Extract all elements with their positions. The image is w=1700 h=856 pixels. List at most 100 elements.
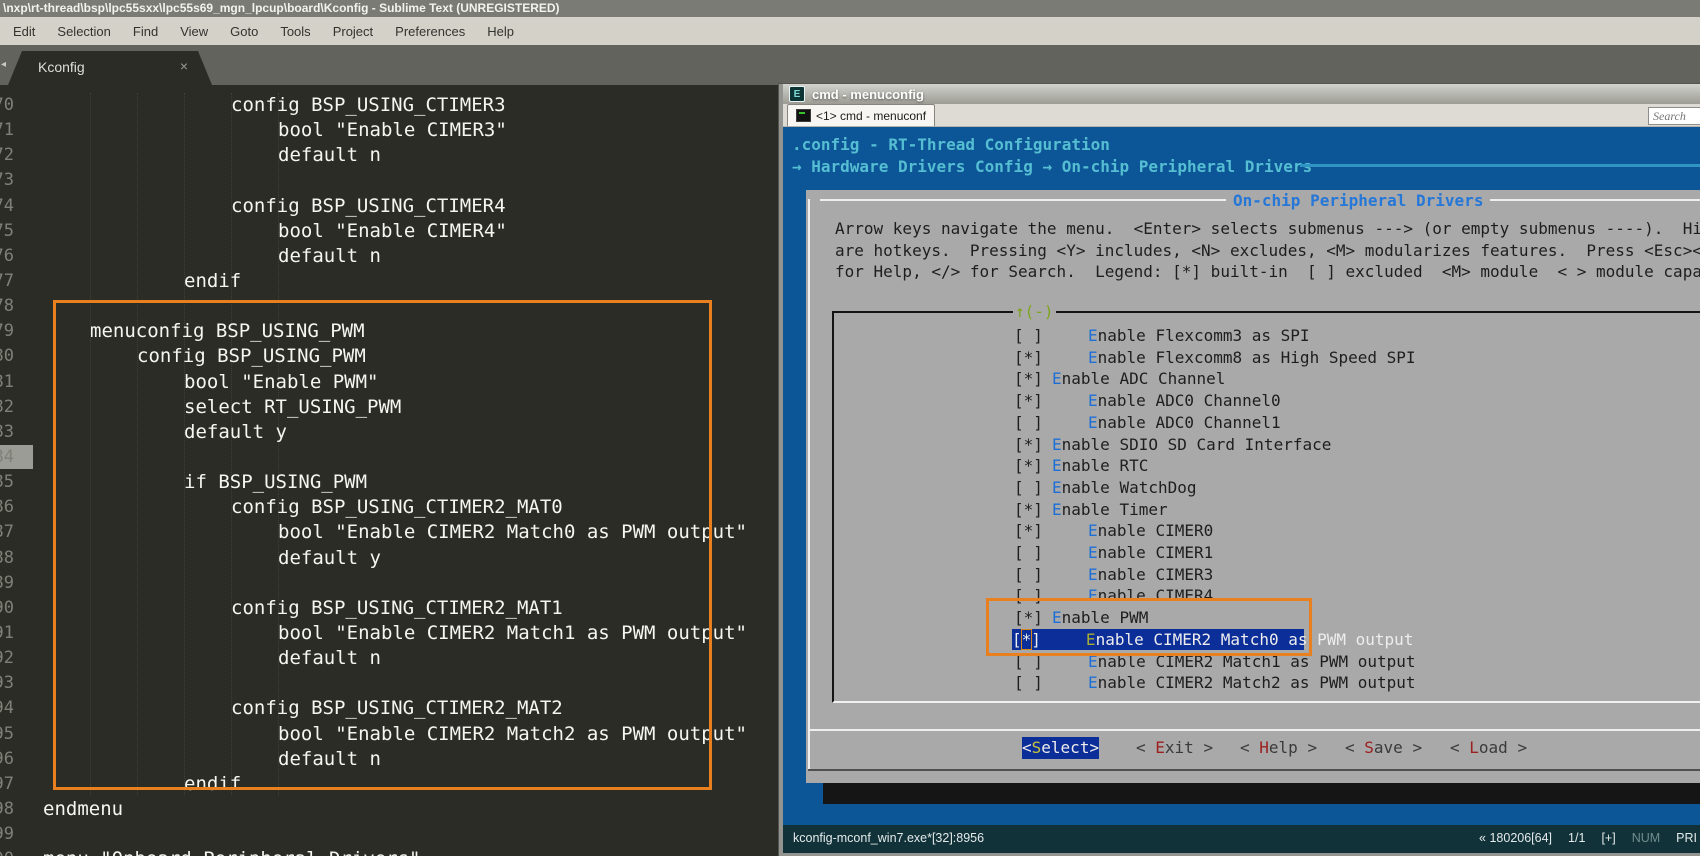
checkbox[interactable]: [*]: [1014, 347, 1043, 369]
cmd-title-bar: E cmd - menuconfig: [783, 84, 1700, 104]
menubar-item-tools[interactable]: Tools: [269, 17, 321, 45]
line-number: 95: [0, 722, 14, 747]
hotkey-letter: S: [1032, 738, 1042, 757]
checkbox[interactable]: [ ]: [1014, 564, 1043, 586]
cmd-status-bar: kconfig-mconf_win7.exe*[32]:8956 « 18020…: [783, 825, 1700, 853]
code-text: menu "Onboard Peripheral Drivers": [43, 847, 421, 856]
line-number: 98: [0, 797, 14, 822]
hotkey-letter: E: [1088, 543, 1098, 562]
code-text: config BSP_USING_CTIMER3: [231, 93, 506, 118]
cmd-window-title: cmd - menuconfig: [812, 87, 924, 102]
menuconfig-header: .config - RT-Thread Configuration: [792, 134, 1110, 156]
menu-item[interactable]: [*] Enable Timer: [1014, 499, 1168, 521]
menuconfig-breadcrumb: → Hardware Drivers Config → On-chip Peri…: [792, 156, 1322, 178]
tab-close-icon[interactable]: ×: [180, 58, 188, 74]
screen: \nxp\rt-thread\bsp\lpc55sxx\lpc55s69_mgn…: [0, 0, 1700, 856]
menu-item[interactable]: [ ]Enable ADC0 Channel1: [1014, 412, 1281, 434]
menu-item-label: Enable ADC0 Channel0: [1088, 390, 1281, 412]
button-divider: [808, 729, 1700, 731]
search-input[interactable]: [1648, 107, 1700, 125]
menu-item[interactable]: [ ] Enable CIMER3: [1014, 564, 1213, 586]
code-text: config BSP_USING_CTIMER4: [231, 194, 506, 219]
checkbox[interactable]: [*]: [1014, 368, 1043, 390]
status-item: NUM: [1632, 828, 1660, 850]
line-number: 72: [0, 143, 14, 168]
load-button[interactable]: < Load >: [1450, 737, 1527, 759]
line-number: 80: [0, 344, 14, 369]
save-button[interactable]: < Save >: [1345, 737, 1422, 759]
status-item: PRI: [1676, 828, 1697, 850]
hotkey-letter: E: [1155, 738, 1165, 757]
menu-item[interactable]: [*]Enable Flexcomm8 as High Speed SPI: [1014, 347, 1416, 369]
tab-kconfig[interactable]: Kconfig ×: [8, 51, 212, 85]
status-item: « 180206[64]: [1479, 828, 1552, 850]
menu-item-label: Enable CIMER3: [1088, 564, 1213, 586]
menu-item[interactable]: [ ]Enable WatchDog: [1014, 477, 1197, 499]
dialog-border-line: [808, 199, 810, 770]
menu-item-label: Enable Timer: [1052, 499, 1168, 521]
line-number: 78: [0, 294, 14, 319]
hotkey-letter: E: [1088, 391, 1098, 410]
menu-item[interactable]: [*]Enable CIMER0: [1014, 520, 1213, 542]
line-number: 74: [0, 194, 14, 219]
dialog-help-line: are hotkeys. Pressing <Y> includes, <N> …: [835, 240, 1700, 262]
annotation-box-menu: [986, 598, 1312, 656]
menu-item[interactable]: [ ] Enable CIMER2 Match2 as PWM output: [1014, 672, 1416, 694]
menu-item-label: Enable SDIO SD Card Interface: [1052, 434, 1331, 456]
menu-item[interactable]: [*]Enable RTC: [1014, 455, 1148, 477]
code-text: bool "Enable CIMER4": [278, 219, 507, 244]
conemu-icon: E: [789, 86, 805, 102]
menubar-item-project[interactable]: Project: [322, 17, 384, 45]
line-number: 92: [0, 646, 14, 671]
menu-item[interactable]: [*] Enable SDIO SD Card Interface: [1014, 434, 1331, 456]
checkbox[interactable]: [*]: [1014, 455, 1043, 477]
hotkey-letter: E: [1052, 369, 1062, 388]
menu-item[interactable]: [*]Enable ADC Channel: [1014, 368, 1225, 390]
checkbox[interactable]: [*]: [1014, 499, 1043, 521]
tab-scroll-left-icon[interactable]: ◂: [1, 59, 6, 70]
sublime-tab-bar: ◂ Kconfig ×: [0, 45, 1700, 85]
menu-item-label: Enable Flexcomm3 as SPI: [1088, 325, 1310, 347]
menubar-item-help[interactable]: Help: [476, 17, 525, 45]
menu-item[interactable]: [ ]Enable CIMER1: [1014, 542, 1213, 564]
hotkey-letter: S: [1364, 738, 1374, 757]
hotkey-letter: E: [1088, 413, 1098, 432]
checkbox[interactable]: [*]: [1014, 390, 1043, 412]
line-number: 93: [0, 671, 14, 696]
menu-item[interactable]: [*] Enable ADC0 Channel0: [1014, 390, 1281, 412]
console-tab[interactable]: <1> cmd - menuconf: [787, 104, 935, 126]
menubar-item-find[interactable]: Find: [122, 17, 169, 45]
checkbox[interactable]: [ ]: [1014, 477, 1043, 499]
checkbox[interactable]: [ ]: [1014, 325, 1043, 347]
menu-item[interactable]: [ ] Enable Flexcomm3 as SPI: [1014, 325, 1310, 347]
checkbox[interactable]: [*]: [1014, 434, 1043, 456]
menubar-item-selection[interactable]: Selection: [46, 17, 121, 45]
menubar-item-preferences[interactable]: Preferences: [384, 17, 476, 45]
status-item: [+]: [1601, 828, 1615, 850]
hotkey-letter: E: [1088, 673, 1098, 692]
menuconfig-dialog: On-chip Peripheral Drivers Arrow keys na…: [806, 190, 1700, 783]
menu-item-label: Enable CIMER2 Match2 as PWM output: [1088, 672, 1416, 694]
menubar-item-goto[interactable]: Goto: [219, 17, 269, 45]
menubar-item-edit[interactable]: Edit: [2, 17, 46, 45]
dialog-border-line: [808, 769, 1700, 771]
code-text: endif: [184, 269, 241, 294]
line-number: 99: [0, 822, 14, 847]
cmd-tab-bar: <1> cmd - menuconf: [783, 104, 1700, 127]
menubar-item-view[interactable]: View: [169, 17, 219, 45]
help-button[interactable]: < Help >: [1240, 737, 1317, 759]
line-number: 83: [0, 420, 14, 445]
hotkey-letter: H: [1259, 738, 1269, 757]
scroll-up-indicator: ↑(-): [1013, 301, 1056, 323]
checkbox[interactable]: [*]: [1014, 520, 1043, 542]
breadcrumb-rule: [1300, 164, 1700, 167]
status-process: kconfig-mconf_win7.exe*[32]:8956: [793, 828, 984, 850]
checkbox[interactable]: [ ]: [1014, 542, 1043, 564]
annotation-box-code: [53, 300, 712, 790]
exit-button[interactable]: < Exit >: [1136, 737, 1213, 759]
hotkey-letter: L: [1469, 738, 1479, 757]
checkbox[interactable]: [ ]: [1014, 412, 1043, 434]
line-number: 97: [0, 772, 14, 797]
checkbox[interactable]: [ ]: [1014, 672, 1043, 694]
select-button[interactable]: <Select>: [1022, 737, 1099, 759]
